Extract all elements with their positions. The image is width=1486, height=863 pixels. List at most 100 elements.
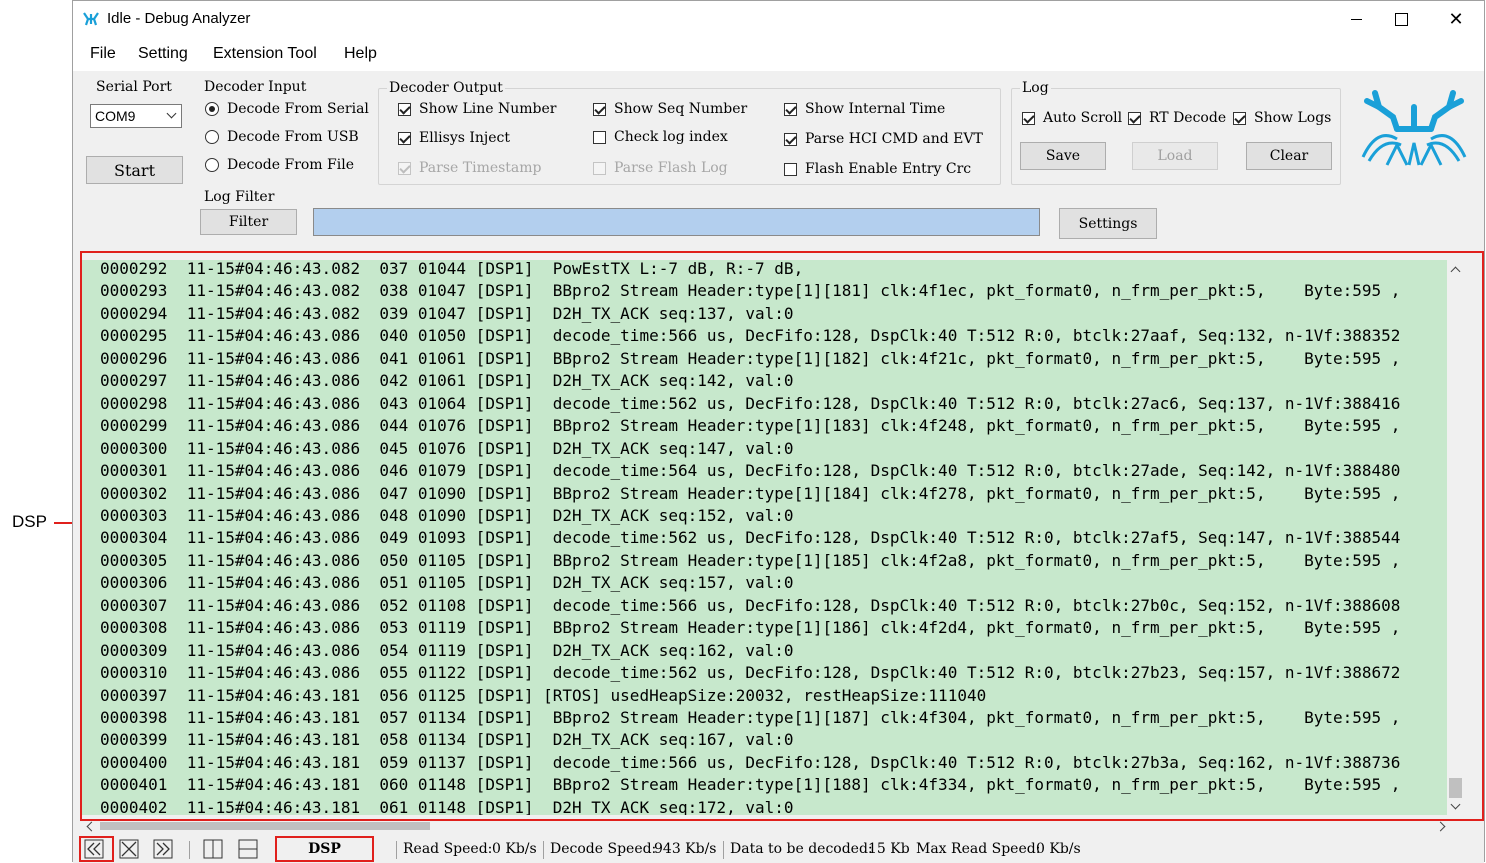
checkbox-parse-flash-log[interactable]: Parse Flash Log [593, 160, 728, 176]
checkbox-show-logs[interactable]: Show Logs [1233, 110, 1331, 126]
checkbox-indicator [398, 131, 411, 145]
checkbox-label: Parse Timestamp [419, 160, 542, 176]
minimize-button[interactable] [1333, 3, 1379, 35]
read-speed-label: Read Speed: [403, 841, 493, 857]
max-read-speed-value: 0 Kb/s [1036, 841, 1081, 857]
checkbox-label: Ellisys Inject [419, 130, 511, 146]
decoder-input-label: Decoder Input [202, 79, 309, 95]
radio-label: Decode From File [227, 157, 354, 173]
radio-decode-serial[interactable]: Decode From Serial [205, 101, 369, 117]
serial-port-value: COM9 [95, 108, 136, 124]
filter-button[interactable]: Filter [200, 209, 297, 235]
split-horizontal-icon[interactable] [238, 839, 258, 859]
checkbox-label: RT Decode [1149, 110, 1227, 126]
status-separator [543, 841, 544, 859]
checkbox-label: Show Seq Number [614, 101, 748, 117]
checkbox-label: Auto Scroll [1043, 110, 1123, 126]
checkbox-indicator [593, 130, 606, 144]
menu-file[interactable]: File [90, 45, 116, 63]
checkbox-show-internal-time[interactable]: Show Internal Time [784, 101, 945, 117]
start-button[interactable]: Start [86, 156, 183, 184]
checkbox-ellisys-inject[interactable]: Ellisys Inject [398, 130, 510, 146]
radio-indicator [205, 158, 219, 172]
status-separator [396, 841, 397, 859]
save-button[interactable]: Save [1020, 142, 1106, 170]
data-to-decode-value: 15 Kb [868, 841, 910, 857]
radio-decode-usb[interactable]: Decode From USB [205, 129, 359, 145]
clear-button[interactable]: Clear [1246, 142, 1332, 170]
checkbox-indicator [593, 102, 606, 116]
checkbox-check-log-index[interactable]: Check log index [593, 129, 728, 145]
checkbox-parse-timestamp[interactable]: Parse Timestamp [398, 160, 542, 176]
close-button[interactable]: ✕ [1433, 3, 1479, 35]
window-title: Idle - Debug Analyzer [107, 10, 251, 27]
read-speed-value: 0 Kb/s [492, 841, 537, 857]
data-to-decode-label: Data to be decoded: [730, 841, 873, 857]
decode-speed-label: Decode Speed: [550, 841, 657, 857]
app-logo-icon [83, 12, 99, 26]
checkbox-label: Parse HCI CMD and EVT [805, 131, 983, 147]
radio-decode-file[interactable]: Decode From File [205, 157, 354, 173]
close-panel-icon[interactable] [119, 839, 139, 859]
serial-port-select[interactable]: COM9 [90, 104, 182, 128]
dsp-annotation-label: DSP [12, 512, 47, 531]
menu-extension-tool[interactable]: Extension Tool [213, 45, 317, 63]
radio-indicator [205, 102, 219, 116]
checkbox-rt-decode[interactable]: RT Decode [1128, 110, 1226, 126]
checkbox-indicator [1022, 111, 1035, 125]
load-button[interactable]: Load [1132, 142, 1218, 170]
radio-label: Decode From Serial [227, 101, 369, 117]
status-separator [723, 841, 724, 859]
scroll-right-icon [1435, 821, 1446, 832]
serial-port-label: Serial Port [94, 79, 174, 95]
app-window: Idle - Debug Analyzer ✕ File Setting Ext… [72, 0, 1485, 863]
maximize-icon [1394, 12, 1408, 26]
checkbox-label: Show Line Number [419, 101, 557, 117]
filter-input[interactable] [313, 208, 1040, 236]
expand-right-icon[interactable] [153, 839, 173, 859]
checkbox-parse-hci[interactable]: Parse HCI CMD and EVT [784, 131, 983, 147]
menu-bar: File Setting Extension Tool Help [73, 37, 1484, 71]
horizontal-scrollbar[interactable] [82, 819, 1463, 833]
menu-setting[interactable]: Setting [138, 45, 188, 63]
split-vertical-icon[interactable] [203, 839, 223, 859]
scroll-left-icon [86, 821, 97, 832]
checkbox-indicator [398, 102, 411, 116]
checkbox-show-seq-number[interactable]: Show Seq Number [593, 101, 747, 117]
log-filter-label: Log Filter [204, 189, 275, 205]
tab-dsp-label: DSP [308, 841, 341, 857]
checkbox-label: Show Internal Time [805, 101, 946, 117]
checkbox-flash-enable-entry-crc[interactable]: Flash Enable Entry Crc [784, 161, 971, 177]
realtek-logo-icon [1361, 90, 1467, 166]
checkbox-show-line-number[interactable]: Show Line Number [398, 101, 556, 117]
collapse-left-highlight [79, 836, 114, 862]
tab-dsp[interactable]: DSP [275, 836, 374, 862]
checkbox-label: Show Logs [1254, 110, 1332, 126]
settings-button[interactable]: Settings [1059, 208, 1157, 239]
menu-help[interactable]: Help [344, 45, 377, 63]
hscroll-thumb[interactable] [100, 822, 430, 830]
checkbox-label: Check log index [614, 129, 728, 145]
radio-label: Decode From USB [227, 129, 359, 145]
close-icon: ✕ [1448, 8, 1464, 30]
checkbox-indicator [1128, 111, 1141, 125]
decoder-output-label: Decoder Output [387, 80, 505, 96]
dsp-log-highlight [80, 251, 1484, 821]
checkbox-indicator [398, 161, 411, 175]
status-bar: DSP Read Speed: 0 Kb/s Decode Speed: 943… [73, 835, 1484, 863]
status-separator [189, 841, 190, 859]
log-group-label: Log [1020, 80, 1051, 96]
log-group: Log [1011, 80, 1341, 185]
title-bar: Idle - Debug Analyzer ✕ [73, 1, 1484, 37]
checkbox-indicator [1233, 111, 1246, 125]
checkbox-indicator [784, 132, 797, 146]
chevron-down-icon [166, 108, 177, 119]
checkbox-indicator [784, 102, 797, 116]
checkbox-indicator [593, 161, 606, 175]
checkbox-label: Parse Flash Log [614, 160, 728, 176]
checkbox-indicator [784, 162, 797, 176]
checkbox-auto-scroll[interactable]: Auto Scroll [1022, 110, 1122, 126]
minimize-icon [1350, 18, 1362, 20]
maximize-button[interactable] [1378, 3, 1424, 35]
checkbox-label: Flash Enable Entry Crc [805, 161, 972, 177]
